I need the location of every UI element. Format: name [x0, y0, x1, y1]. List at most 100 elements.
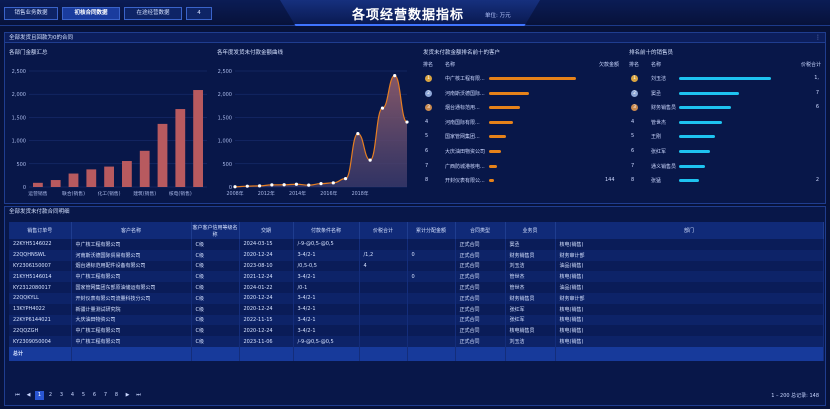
rank-row[interactable]: 7 通义销售员 [629, 161, 821, 173]
chart2-point[interactable] [270, 183, 274, 187]
pager-page-5[interactable]: 5 [79, 391, 88, 400]
chart1-bar[interactable] [139, 150, 150, 187]
sales-rank-list: 排名 名称 价税合计 1 刘玉洁 1, 2 窦丞 7 3 财务销售员 6 4 管世杰 5 王刚 6 张红军 7… [629, 61, 821, 201]
rank-bar [489, 135, 506, 139]
table-column-header[interactable]: 合同类型 [455, 222, 506, 239]
table-cell: 3-4/2-1 [293, 271, 360, 283]
rank-row[interactable]: 1 刘玉洁 1, [629, 73, 821, 85]
table-row[interactable]: 21KYH5146014 中广核工程有限公司 C级 2021-12-24 3-4/2-1… [9, 271, 824, 283]
tab-contract-data[interactable]: 初核合同数据 [62, 7, 120, 20]
chart2-point[interactable] [282, 183, 286, 187]
rank-row[interactable]: 2 窦丞 7 [629, 88, 821, 100]
chart2-point[interactable] [343, 177, 348, 181]
chart2-point[interactable] [405, 120, 409, 124]
chart2-point[interactable] [319, 182, 323, 186]
chart1-bar[interactable] [193, 90, 203, 187]
chart2-point[interactable] [257, 184, 262, 188]
pager-last-button[interactable]: ⏭ [134, 391, 143, 400]
rank-row[interactable]: 4 河南国际有限... [423, 117, 619, 129]
tab-transit-data[interactable]: 在途经营数据 [124, 7, 182, 20]
pager-page-2[interactable]: 2 [46, 391, 55, 400]
chart2-point[interactable] [380, 106, 385, 110]
pager-page-6[interactable]: 6 [90, 391, 99, 400]
table-row[interactable]: KY2306150007 烟台通标范用配件设备有限公司 C级 2023-08-10/0… [9, 260, 824, 272]
pager-page-4[interactable]: 4 [68, 391, 77, 400]
rank-bar [679, 164, 705, 168]
more-icon[interactable]: ⋮ [815, 34, 821, 41]
rank-row[interactable]: 8 开封仪表有限公... 144 [423, 175, 619, 187]
pager-page-1[interactable]: 1 [35, 391, 44, 400]
table-cell: KY2312080017 [9, 282, 72, 293]
chart1-bar[interactable] [86, 169, 97, 187]
rank-row[interactable]: 3 烟台通标范用... [423, 102, 619, 114]
rank-row[interactable]: 4 管世杰 [629, 117, 821, 129]
chart2-point[interactable] [294, 182, 299, 186]
total-cell [239, 346, 294, 361]
pager-page-8[interactable]: 8 [112, 391, 121, 400]
rank-row[interactable]: 6 张红军 [629, 146, 821, 158]
tab-4[interactable]: 4 [186, 7, 212, 20]
chart2-point[interactable] [393, 74, 397, 78]
rank-row[interactable]: 2 河南斯沃德国际... [423, 88, 619, 100]
chart1-bar[interactable] [157, 123, 168, 187]
pager-prev-button[interactable]: ◀ [24, 391, 33, 400]
table-column-header[interactable]: 付款条件名称 [293, 222, 360, 239]
yearly-unpaid-area-chart: 0 500 1,000 1,500 2,000 2,500 2008年 2012年 2014年 2… [218, 69, 409, 197]
rank-row[interactable]: 3 财务销售员 6 [629, 102, 821, 114]
pager-first-button[interactable]: ⏮ [13, 391, 22, 400]
pager-page-3[interactable]: 3 [57, 391, 66, 400]
rank-row[interactable]: 8 张猛 2 [629, 175, 821, 187]
rank-row[interactable]: 6 大庆油田物资公司 [423, 146, 619, 158]
table-total-row: 总计 [9, 346, 824, 361]
table-column-header[interactable]: 客户名称 [71, 222, 192, 239]
table-row[interactable]: 22QQHNSWL 河南斯沃德国际贸易有限公司 C级 2020-12-24 3-4/2-… [9, 249, 824, 261]
chart2-point[interactable] [368, 158, 372, 162]
chart1-bar[interactable] [33, 182, 43, 187]
contract-table: 销售订单号 客户名称 客户客户信用等级名称 交期 付款条件名称 价税合计 累计分配金额 合同类… [9, 222, 824, 361]
table-row[interactable]: KY2312080017 国家管网集团东部原油储运有限公司 C级 2024-01-22… [9, 282, 824, 293]
chart2-point[interactable] [356, 132, 360, 136]
table-cell: 烟台通标范用配件设备有限公司 [71, 260, 192, 272]
chart1-bar[interactable] [68, 173, 79, 187]
table-column-header[interactable]: 价税合计 [359, 222, 408, 239]
table-column-header[interactable]: 销售订单号 [9, 222, 72, 239]
chart1-bar[interactable] [122, 161, 132, 187]
table-column-header[interactable]: 累计分配金额 [407, 222, 456, 239]
table-column-header[interactable]: 部门 [555, 222, 824, 239]
chart2-point[interactable] [245, 184, 249, 188]
pager-next-button[interactable]: ▶ [123, 391, 132, 400]
table-row[interactable]: 22KYH5146022 中广核工程有限公司 C级 2024-03-15/-9-@0,… [9, 239, 824, 250]
rank-number: 3 [425, 104, 432, 112]
table-cell: 22QQZGH [9, 325, 72, 337]
pager-page-7[interactable]: 7 [101, 391, 110, 400]
table-column-header[interactable]: 客户客户信用等级名称 [191, 222, 240, 239]
table-cell: 核电(销售) [555, 271, 824, 283]
table-row[interactable]: 22QQKYLL 开封仪表有限公司流量科技分公司 C级 2020-12-24 3-4/2… [9, 292, 824, 304]
chart2-point[interactable] [233, 185, 237, 189]
table-cell: 3-4/2-1 [293, 314, 360, 326]
table-cell: 0 [407, 271, 456, 283]
rank-row[interactable]: 5 王刚 [629, 131, 821, 143]
chart1-bar[interactable] [175, 109, 186, 187]
table-row[interactable]: 22QQZGH 中广核工程有限公司 C级 2020-12-24 3-4/2-1 正式合同核… [9, 325, 824, 337]
table-column-header[interactable]: 业务员 [505, 222, 556, 239]
chart1-bar[interactable] [104, 166, 114, 187]
rank-row[interactable]: 7 广西防城港核电... [423, 161, 619, 173]
tab-sales-data[interactable]: 销售业务数据 [4, 7, 58, 20]
table-row[interactable]: KY2309050004 中广核工程有限公司 C级 2023-11-06/-9-@0,… [9, 336, 824, 347]
rank-row[interactable]: 1 中广核工程有限... [423, 73, 619, 85]
total-cell [293, 346, 360, 361]
chart2-point[interactable] [331, 181, 335, 185]
rank-row[interactable]: 5 国家管网集团... [423, 131, 619, 143]
rank-number: 6 [631, 148, 635, 154]
chart1-xtick: 联合(销售) [62, 190, 85, 197]
table-row[interactable]: 13KYPH4022 新疆计量测试研究院 C级 2020-12-24 3-4/2-1 正式… [9, 303, 824, 315]
customer-rank-title: 发货未付款金额排名前十的客户 [423, 50, 501, 56]
chart1-bar[interactable] [50, 180, 61, 187]
chart2-point[interactable] [307, 183, 311, 187]
table-cell: 中广核工程有限公司 [71, 239, 192, 250]
table-row[interactable]: 22KYP6144021 大庆油田物资公司 C级 2022-11-15 3-4/2-1 正… [9, 314, 824, 326]
sales-rank-col-value: 价税合计 [800, 62, 821, 68]
table-column-header[interactable]: 交期 [239, 222, 294, 239]
table-cell: 22KYH5146022 [9, 239, 72, 250]
